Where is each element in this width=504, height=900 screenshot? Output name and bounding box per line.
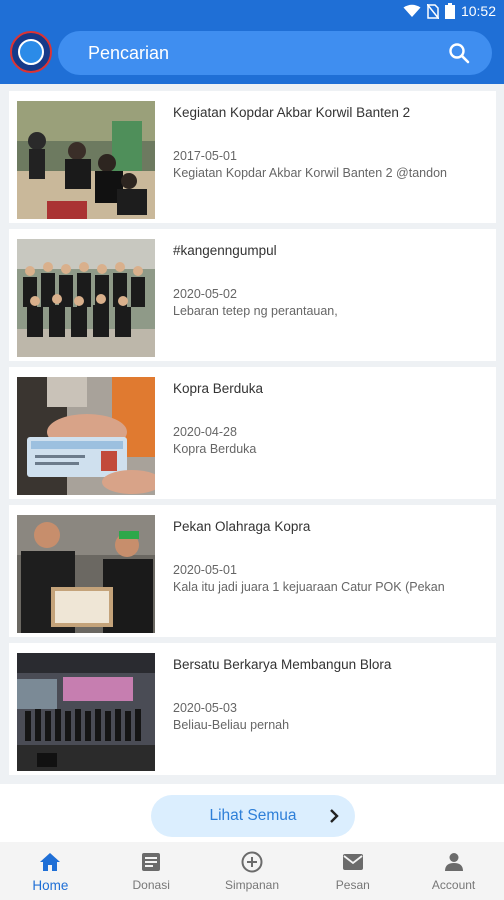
news-date: 2020-04-28	[173, 425, 237, 439]
search-bar[interactable]: Pencarian	[58, 31, 492, 75]
see-all-button[interactable]: Lihat Semua	[151, 795, 355, 837]
nav-item-pesan[interactable]: Pesan	[302, 842, 403, 900]
nav-item-home[interactable]: Home	[0, 842, 101, 900]
status-time: 10:52	[460, 3, 496, 19]
person-icon	[444, 853, 463, 871]
news-description: Kopra Berduka	[173, 442, 257, 456]
mail-icon	[342, 854, 363, 870]
nav-item-account[interactable]: Account	[403, 842, 504, 900]
news-thumbnail	[17, 377, 155, 495]
news-thumbnail	[17, 239, 155, 357]
news-title: Bersatu Berkarya Membangun Blora	[173, 657, 392, 672]
news-card[interactable]: Kopra Berduka 2020-04-28 Kopra Berduka	[9, 367, 496, 499]
news-description: Beliau-Beliau pernah	[173, 718, 290, 732]
app-bar: Pencarian	[0, 22, 504, 84]
nav-label-donasi: Donasi	[132, 878, 170, 892]
news-card[interactable]: #kangenngumpul 2020-05-02 Lebaran tetep …	[9, 229, 496, 361]
nav-item-donasi[interactable]: Donasi	[101, 842, 202, 900]
see-all-label: Lihat Semua	[209, 807, 297, 824]
plus-circle-icon	[241, 851, 263, 873]
home-icon	[40, 853, 61, 871]
nav-label-simpanan: Simpanan	[224, 878, 280, 892]
news-thumbnail	[17, 515, 155, 633]
news-title: #kangenngumpul	[173, 243, 277, 258]
search-icon[interactable]	[448, 42, 470, 64]
news-title: Kopra Berduka	[173, 381, 264, 396]
news-title: Kegiatan Kopdar Akbar Korwil Banten 2	[173, 105, 411, 120]
news-date: 2020-05-03	[173, 701, 237, 715]
news-description: Kegiatan Kopdar Akbar Korwil Banten 2 @t…	[173, 166, 447, 180]
search-placeholder: Pencarian	[88, 42, 170, 63]
news-date: 2020-05-02	[173, 287, 237, 301]
nav-label-pesan: Pesan	[335, 878, 370, 892]
status-bar: 10:52	[0, 0, 504, 22]
news-card[interactable]: Kegiatan Kopdar Akbar Korwil Banten 2 20…	[9, 91, 496, 223]
news-date: 2017-05-01	[173, 149, 237, 163]
bottom-navigation: Home Donasi Simpanan Pesan Account	[0, 842, 504, 900]
news-title: Pekan Olahraga Kopra	[173, 519, 311, 534]
no-sim-icon	[426, 3, 439, 19]
nav-label-home: Home	[32, 878, 69, 893]
chevron-right-icon	[330, 809, 339, 823]
news-feed: Kegiatan Kopdar Akbar Korwil Banten 2 20…	[0, 84, 504, 784]
news-card[interactable]: Pekan Olahraga Kopra 2020-05-01 Kala itu…	[9, 505, 496, 637]
app-logo	[10, 31, 52, 73]
news-description: Kala itu jadi juara 1 kejuaraan Catur PO…	[173, 580, 445, 594]
news-date: 2020-05-01	[173, 563, 237, 577]
battery-icon	[444, 3, 455, 19]
nav-label-account: Account	[431, 878, 476, 892]
news-description: Lebaran tetep ng perantauan,	[173, 304, 338, 318]
news-card[interactable]: Bersatu Berkarya Membangun Blora 2020-05…	[9, 643, 496, 775]
news-thumbnail	[17, 101, 155, 219]
nav-item-simpanan[interactable]: Simpanan	[202, 842, 303, 900]
news-thumbnail	[17, 653, 155, 771]
see-all-section: Lihat Semua	[0, 784, 504, 842]
document-icon	[142, 853, 161, 871]
wifi-icon	[403, 4, 421, 17]
